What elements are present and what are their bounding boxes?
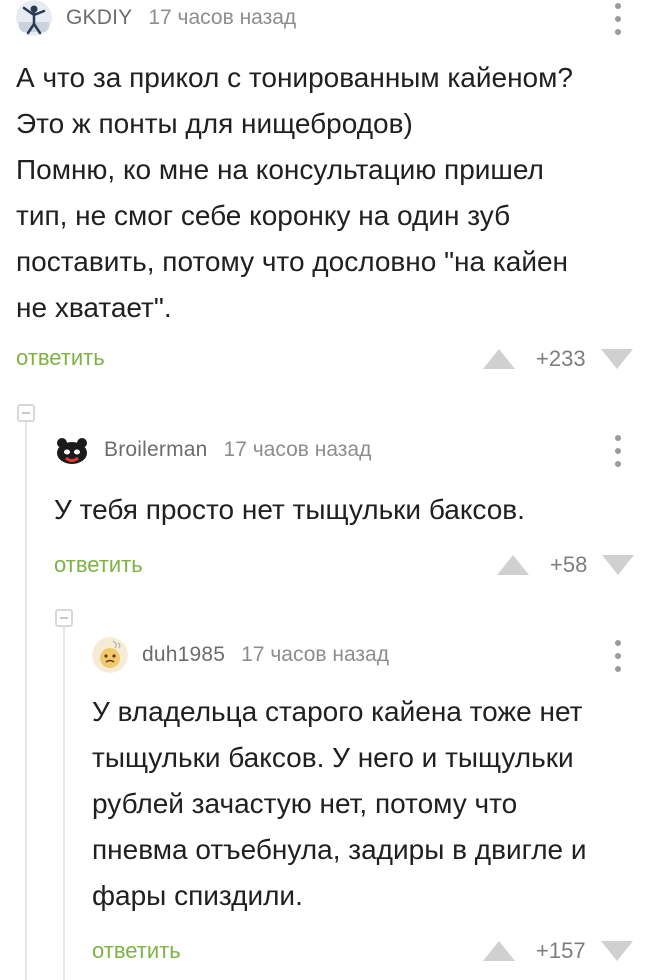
comment-text: У владельца старого кайена тоже нет тыщу…	[92, 689, 587, 919]
comment-text-line: рублей зачастую нет, потому что	[92, 788, 518, 819]
comment-text-line: У владельца старого кайена тоже нет	[92, 696, 583, 727]
avatar[interactable]	[92, 637, 128, 673]
comment-text-line: поставить, потому что дословно "на кайен	[16, 246, 568, 277]
collapse-thread-button[interactable]	[17, 404, 35, 422]
comment-time: 17 часов назад	[241, 643, 389, 666]
more-options-icon[interactable]	[614, 640, 622, 672]
comment-text-line: тип, не смог себе коронку на один зуб	[16, 200, 511, 231]
comment-time: 17 часов назад	[148, 6, 297, 29]
avatar[interactable]	[54, 432, 90, 468]
avatar[interactable]	[16, 0, 52, 36]
comment-score: +233	[536, 346, 586, 371]
rating: +233	[482, 346, 634, 372]
more-options-icon[interactable]	[614, 435, 622, 467]
comment-time: 17 часов назад	[223, 438, 372, 461]
reply-button[interactable]: ответить	[92, 938, 181, 964]
comment-author[interactable]: GKDIY	[66, 6, 132, 30]
vote-up-icon[interactable]	[496, 554, 530, 576]
comment-author[interactable]: duh1985	[142, 643, 225, 667]
comment-text-line: фары спиздили.	[92, 880, 303, 911]
rating: +157	[482, 938, 634, 964]
vote-up-icon[interactable]	[482, 348, 516, 370]
vote-down-icon[interactable]	[601, 554, 635, 576]
comment-text-line: тыщульки баксов. У него и тыщульки	[92, 742, 574, 773]
collapse-thread-button[interactable]	[55, 609, 73, 627]
rating: +58	[496, 552, 635, 578]
comment-text-line: Это ж понты для нищебродов)	[16, 108, 413, 139]
comment-author[interactable]: Broilerman	[104, 438, 208, 462]
thread-line	[63, 625, 65, 980]
comment-text-line: Помню, ко мне на консультацию пришел	[16, 154, 544, 185]
reply-button[interactable]: ответить	[54, 552, 143, 578]
comment-text-line: У тебя просто нет тыщульки баксов.	[54, 494, 525, 525]
comment-header: duh1985 17 часов назад	[92, 637, 389, 673]
comment-text: У тебя просто нет тыщульки баксов.	[54, 487, 525, 533]
comment-score: +58	[550, 552, 588, 577]
vote-down-icon[interactable]	[600, 348, 634, 370]
comment-text-line: А что за прикол с тонированным кайеном?	[16, 62, 573, 93]
vote-up-icon[interactable]	[482, 940, 516, 962]
more-options-icon[interactable]	[614, 3, 622, 35]
comment-score: +157	[536, 938, 586, 963]
comment-text-line: не хватает".	[16, 292, 172, 323]
comment-text-line: пневма отъебнула, задиры в двигле и	[92, 834, 587, 865]
comment-header: Broilerman 17 часов назад	[54, 432, 371, 468]
reply-button[interactable]: ответить	[16, 345, 105, 371]
vote-down-icon[interactable]	[600, 940, 634, 962]
comment-text: А что за прикол с тонированным кайеном? …	[16, 55, 573, 331]
comment-header: GKDIY 17 часов назад	[16, 0, 296, 36]
thread-line	[25, 420, 27, 980]
